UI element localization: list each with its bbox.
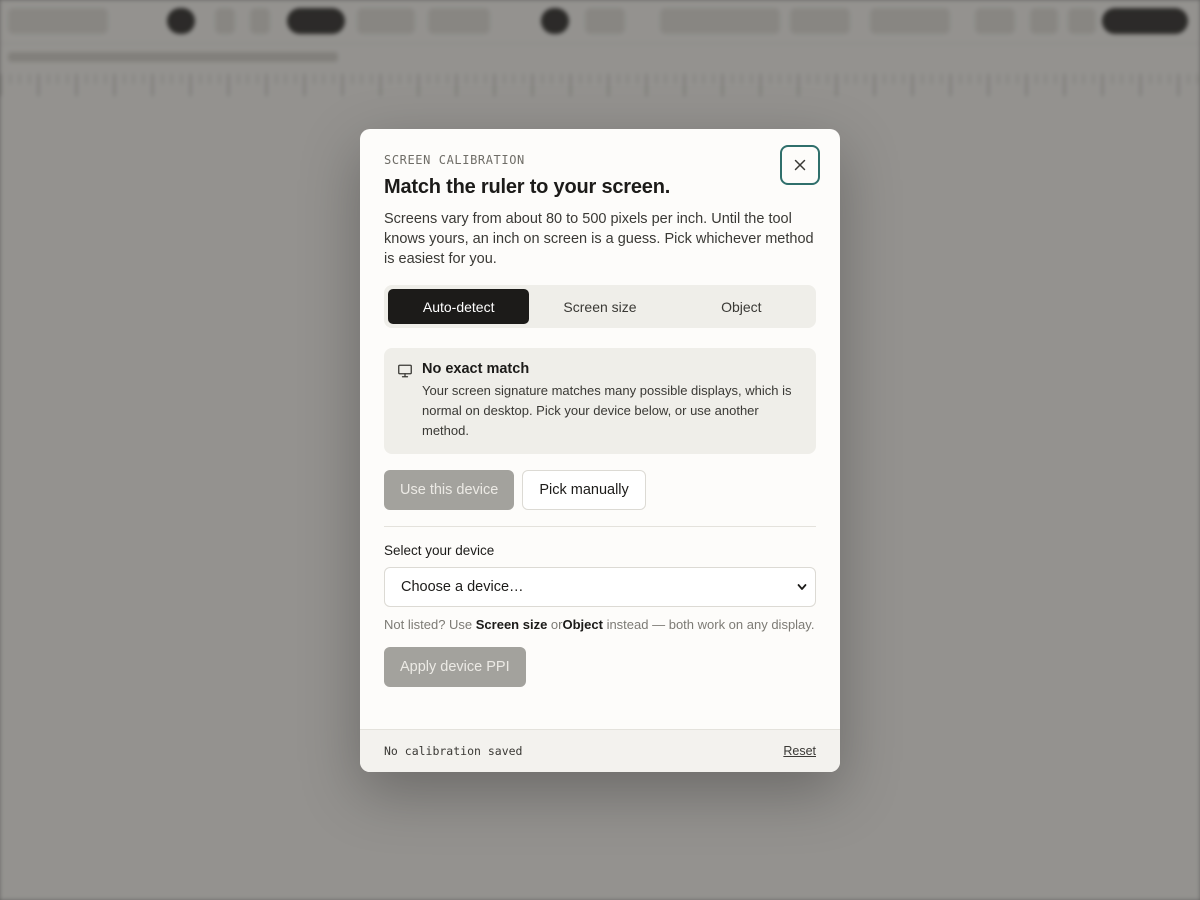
dialog-footer: No calibration saved Reset	[360, 729, 840, 772]
device-actions: Use this device Pick manually	[384, 470, 816, 527]
device-select-label: Select your device	[384, 543, 495, 558]
monitor-icon	[398, 364, 412, 378]
tab-screen-size[interactable]: Screen size	[529, 289, 670, 324]
notice-content: No exact match Your screen signature mat…	[422, 361, 802, 441]
close-icon	[794, 159, 806, 171]
chevron-down-icon	[797, 584, 807, 590]
hint-prefix: Not listed? Use	[384, 617, 476, 632]
calibration-status: No calibration saved	[384, 744, 523, 758]
tab-auto-detect[interactable]: Auto-detect	[388, 289, 530, 324]
dialog-description: Screens vary from about 80 to 500 pixels…	[384, 211, 814, 267]
notice-text: Your screen signature matches many possi…	[422, 383, 792, 438]
device-select-value: Choose a device…	[401, 579, 524, 595]
method-tabs: Auto-detect Screen size Object	[384, 285, 816, 328]
calibration-dialog: Screen calibration Match the ruler to yo…	[360, 129, 840, 772]
dialog-title: Match the ruler to your screen.	[384, 176, 671, 198]
pick-manually-button[interactable]: Pick manually	[522, 470, 646, 510]
reset-link[interactable]: Reset	[783, 744, 816, 758]
tab-object[interactable]: Object	[671, 289, 812, 324]
apply-device-ppi-button[interactable]: Apply device PPI	[384, 647, 526, 687]
hint-suffix: instead — both work on any display.	[602, 617, 815, 632]
hint-or: or	[547, 617, 563, 632]
device-select[interactable]: Choose a device…	[384, 567, 816, 607]
hint-screen-size-link: Screen size	[475, 617, 548, 632]
hint-object-link: Object	[562, 617, 603, 632]
dialog-eyebrow: Screen calibration	[384, 153, 525, 167]
no-match-notice: No exact match Your screen signature mat…	[384, 348, 816, 454]
close-button[interactable]	[780, 145, 820, 185]
device-hint: Not listed? Use Screen size orObject ins…	[384, 615, 816, 635]
use-this-device-button[interactable]: Use this device	[384, 470, 515, 510]
notice-title: No exact match	[422, 361, 530, 377]
